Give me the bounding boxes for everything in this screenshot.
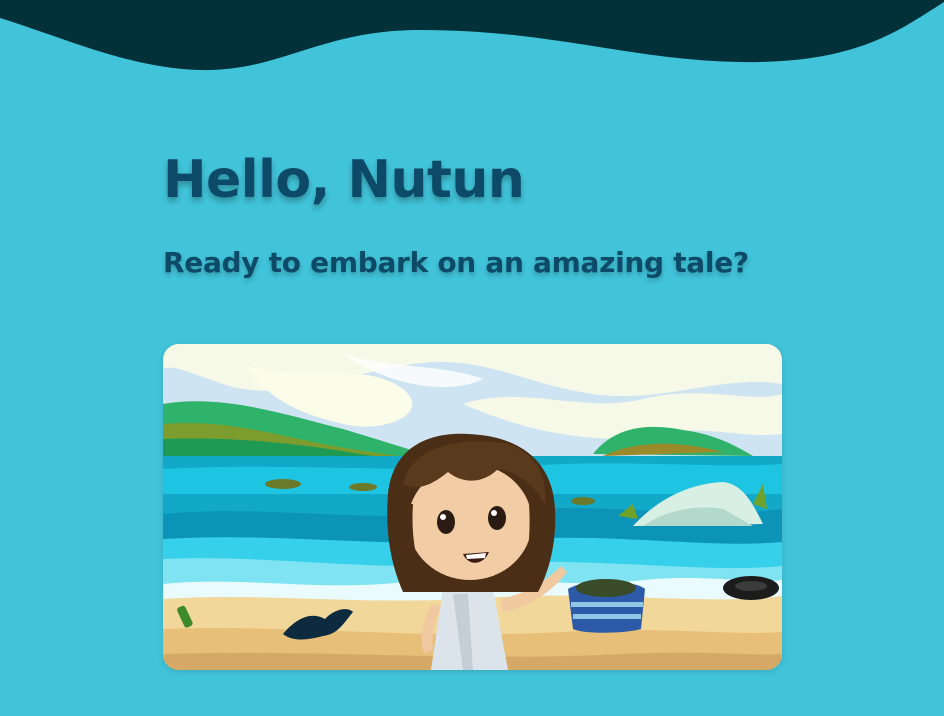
top-wave-decoration [0, 0, 944, 71]
greeting-subtitle: Ready to embark on an amazing tale? [163, 246, 749, 279]
greeting-heading: Hello, Nutun [163, 150, 525, 210]
beach-scene-illustration [163, 344, 782, 670]
story-card[interactable] [163, 344, 782, 670]
